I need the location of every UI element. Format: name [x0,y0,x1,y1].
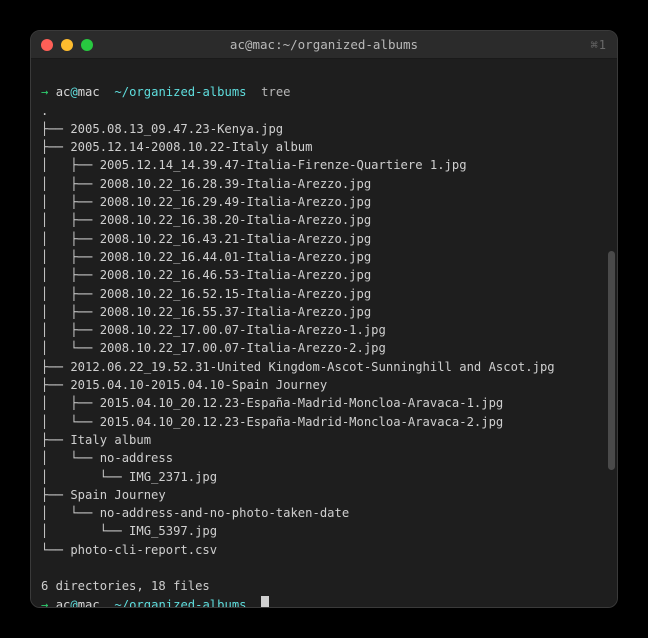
prompt-arrow: → [41,85,48,99]
tree-row: │ ├── 2005.12.14_14.39.47-Italia-Firenze… [41,158,467,172]
minimize-icon[interactable] [61,39,73,51]
maximize-icon[interactable] [81,39,93,51]
terminal-window: ac@mac:~/organized-albums ⌘1 → ac@mac ~/… [30,30,618,608]
prompt-user: ac [56,598,71,607]
scrollbar-thumb[interactable] [608,251,615,470]
tree-row: │ └── no-address [41,451,173,465]
close-icon[interactable] [41,39,53,51]
prompt-at: @ [70,598,77,607]
tree-row: │ ├── 2008.10.22_17.00.07-Italia-Arezzo-… [41,323,386,337]
prompt-at: @ [70,85,77,99]
tree-row: ├── Italy album [41,433,151,447]
tree-root: . [41,104,48,118]
prompt-arrow: → [41,598,48,607]
window-title: ac@mac:~/organized-albums [31,37,617,52]
tree-row: │ └── IMG_5397.jpg [41,524,217,538]
tree-row: │ ├── 2008.10.22_16.28.39-Italia-Arezzo.… [41,177,371,191]
prompt-path: ~/organized-albums [107,85,254,99]
prompt-line-2: → ac@mac ~/organized-albums [41,598,269,607]
tree-summary: 6 directories, 18 files [41,579,210,593]
tree-row: │ └── no-address-and-no-photo-taken-date [41,506,349,520]
cursor-icon [261,596,269,607]
tree-row: ├── 2005.12.14-2008.10.22-Italy album [41,140,313,154]
tree-row: ├── 2012.06.22_19.52.31-United Kingdom-A… [41,360,555,374]
traffic-lights [41,39,93,51]
tree-row: │ ├── 2008.10.22_16.44.01-Italia-Arezzo.… [41,250,371,264]
prompt-host: mac [78,85,100,99]
tree-row: │ ├── 2008.10.22_16.43.21-Italia-Arezzo.… [41,232,371,246]
tree-row: ├── 2015.04.10-2015.04.10-Spain Journey [41,378,327,392]
pane-indicator: ⌘1 [591,38,607,52]
tree-row: └── photo-cli-report.csv [41,543,217,557]
prompt-host: mac [78,598,100,607]
tree-row: ├── Spain Journey [41,488,166,502]
tree-row: │ ├── 2015.04.10_20.12.23-España-Madrid-… [41,396,503,410]
tree-row: │ ├── 2008.10.22_16.55.37-Italia-Arezzo.… [41,305,371,319]
tree-row: │ └── IMG_2371.jpg [41,470,217,484]
prompt-path: ~/organized-albums [107,598,254,607]
tree-row: │ ├── 2008.10.22_16.29.49-Italia-Arezzo.… [41,195,371,209]
prompt-line-1: → ac@mac ~/organized-albums tree [41,85,291,99]
terminal-body[interactable]: → ac@mac ~/organized-albums tree . ├── 2… [31,59,617,607]
tree-row: │ └── 2008.10.22_17.00.07-Italia-Arezzo-… [41,341,386,355]
tree-row: │ └── 2015.04.10_20.12.23-España-Madrid-… [41,415,503,429]
tree-row: ├── 2005.08.13_09.47.23-Kenya.jpg [41,122,283,136]
titlebar: ac@mac:~/organized-albums ⌘1 [31,31,617,59]
tree-row: │ ├── 2008.10.22_16.52.15-Italia-Arezzo.… [41,287,371,301]
prompt-command: tree [254,85,291,99]
prompt-user: ac [56,85,71,99]
tree-row: │ ├── 2008.10.22_16.46.53-Italia-Arezzo.… [41,268,371,282]
tree-row: │ ├── 2008.10.22_16.38.20-Italia-Arezzo.… [41,213,371,227]
